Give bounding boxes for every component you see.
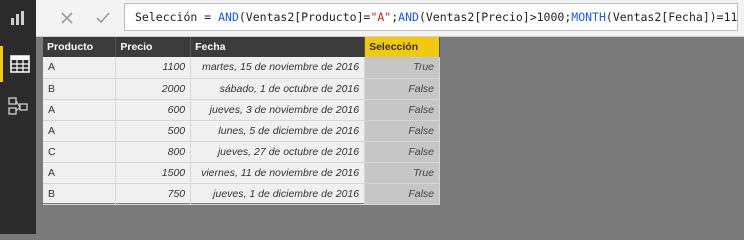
cell-seleccion[interactable]: False: [364, 99, 440, 121]
cell-producto[interactable]: A: [43, 120, 117, 142]
column-header-producto[interactable]: Producto: [43, 37, 117, 57]
cell-producto[interactable]: B: [43, 183, 117, 205]
table-row[interactable]: A 1100 martes, 15 de noviembre de 2016 True: [43, 57, 440, 79]
cell-fecha[interactable]: jueves, 1 de diciembre de 2016: [190, 183, 366, 205]
cell-seleccion[interactable]: False: [364, 120, 440, 142]
formula-token: AND: [398, 10, 419, 24]
data-view-icon[interactable]: [0, 46, 36, 82]
formula-token: (Ventas2[Fecha])=11)): [605, 10, 738, 24]
cell-seleccion[interactable]: False: [364, 78, 440, 100]
cell-fecha[interactable]: sábado, 1 de octubre de 2016: [190, 78, 366, 100]
table-row[interactable]: B 750 jueves, 1 de diciembre de 2016 False: [43, 183, 440, 205]
close-icon[interactable]: [52, 6, 82, 30]
cell-producto[interactable]: A: [43, 162, 117, 184]
cell-seleccion[interactable]: False: [364, 141, 440, 163]
table-row[interactable]: A 500 lunes, 5 de diciembre de 2016 False: [43, 120, 440, 142]
cell-precio[interactable]: 2000: [115, 78, 192, 100]
column-header-precio[interactable]: Precio: [115, 37, 192, 57]
table-row[interactable]: B 2000 sábado, 1 de octubre de 2016 False: [43, 78, 440, 100]
cell-precio[interactable]: 1100: [115, 57, 192, 79]
cell-precio[interactable]: 600: [115, 99, 192, 121]
cell-precio[interactable]: 750: [115, 183, 192, 205]
cell-producto[interactable]: B: [43, 78, 117, 100]
column-header-fecha[interactable]: Fecha: [190, 37, 366, 57]
formula-token: (Ventas2[Producto]=: [238, 10, 371, 24]
cell-producto[interactable]: A: [43, 57, 117, 79]
cell-fecha[interactable]: viernes, 11 de noviembre de 2016: [190, 162, 366, 184]
cell-fecha[interactable]: jueves, 3 de noviembre de 2016: [190, 99, 366, 121]
relationships-view-icon[interactable]: [0, 88, 36, 124]
formula-token: Selección =: [135, 10, 219, 24]
cell-seleccion[interactable]: False: [364, 183, 440, 205]
formula-token: AND: [218, 10, 239, 24]
table-row[interactable]: C 800 jueves, 27 de octubre de 2016 False: [43, 141, 440, 163]
cell-precio[interactable]: 500: [115, 120, 192, 142]
view-sidebar: [0, 0, 36, 234]
data-table: Producto Precio Fecha Selección A 1100 mar…: [43, 37, 440, 205]
table-row[interactable]: A 1500 viernes, 11 de noviembre de 2016 Tru…: [43, 162, 440, 184]
report-view-icon[interactable]: [0, 0, 36, 36]
header-row: Producto Precio Fecha Selección: [43, 37, 440, 57]
cell-producto[interactable]: C: [43, 141, 117, 163]
cell-producto[interactable]: A: [43, 99, 117, 121]
cell-seleccion[interactable]: True: [364, 162, 440, 184]
table-row[interactable]: A 600 jueves, 3 de noviembre de 2016 False: [43, 99, 440, 121]
formula-token: MONTH: [571, 10, 606, 24]
formula-token: "A": [370, 10, 392, 24]
check-icon[interactable]: [88, 6, 118, 30]
data-grid: Producto Precio Fecha Selección A 1100 mar…: [43, 37, 440, 205]
cell-seleccion[interactable]: True: [364, 57, 440, 79]
cell-precio[interactable]: 800: [115, 141, 192, 163]
formula-input[interactable]: Selección = AND(Ventas2[Producto]="A";AN…: [124, 3, 738, 31]
formula-bar: Selección = AND(Ventas2[Producto]="A";AN…: [36, 0, 744, 37]
cell-precio[interactable]: 1500: [115, 162, 192, 184]
cell-fecha[interactable]: lunes, 5 de diciembre de 2016: [190, 120, 366, 142]
cell-fecha[interactable]: martes, 15 de noviembre de 2016: [190, 57, 366, 79]
formula-token: (Ventas2[Precio]>1000;: [418, 10, 572, 24]
column-header-seleccion[interactable]: Selección: [364, 37, 440, 57]
cell-fecha[interactable]: jueves, 27 de octubre de 2016: [190, 141, 366, 163]
